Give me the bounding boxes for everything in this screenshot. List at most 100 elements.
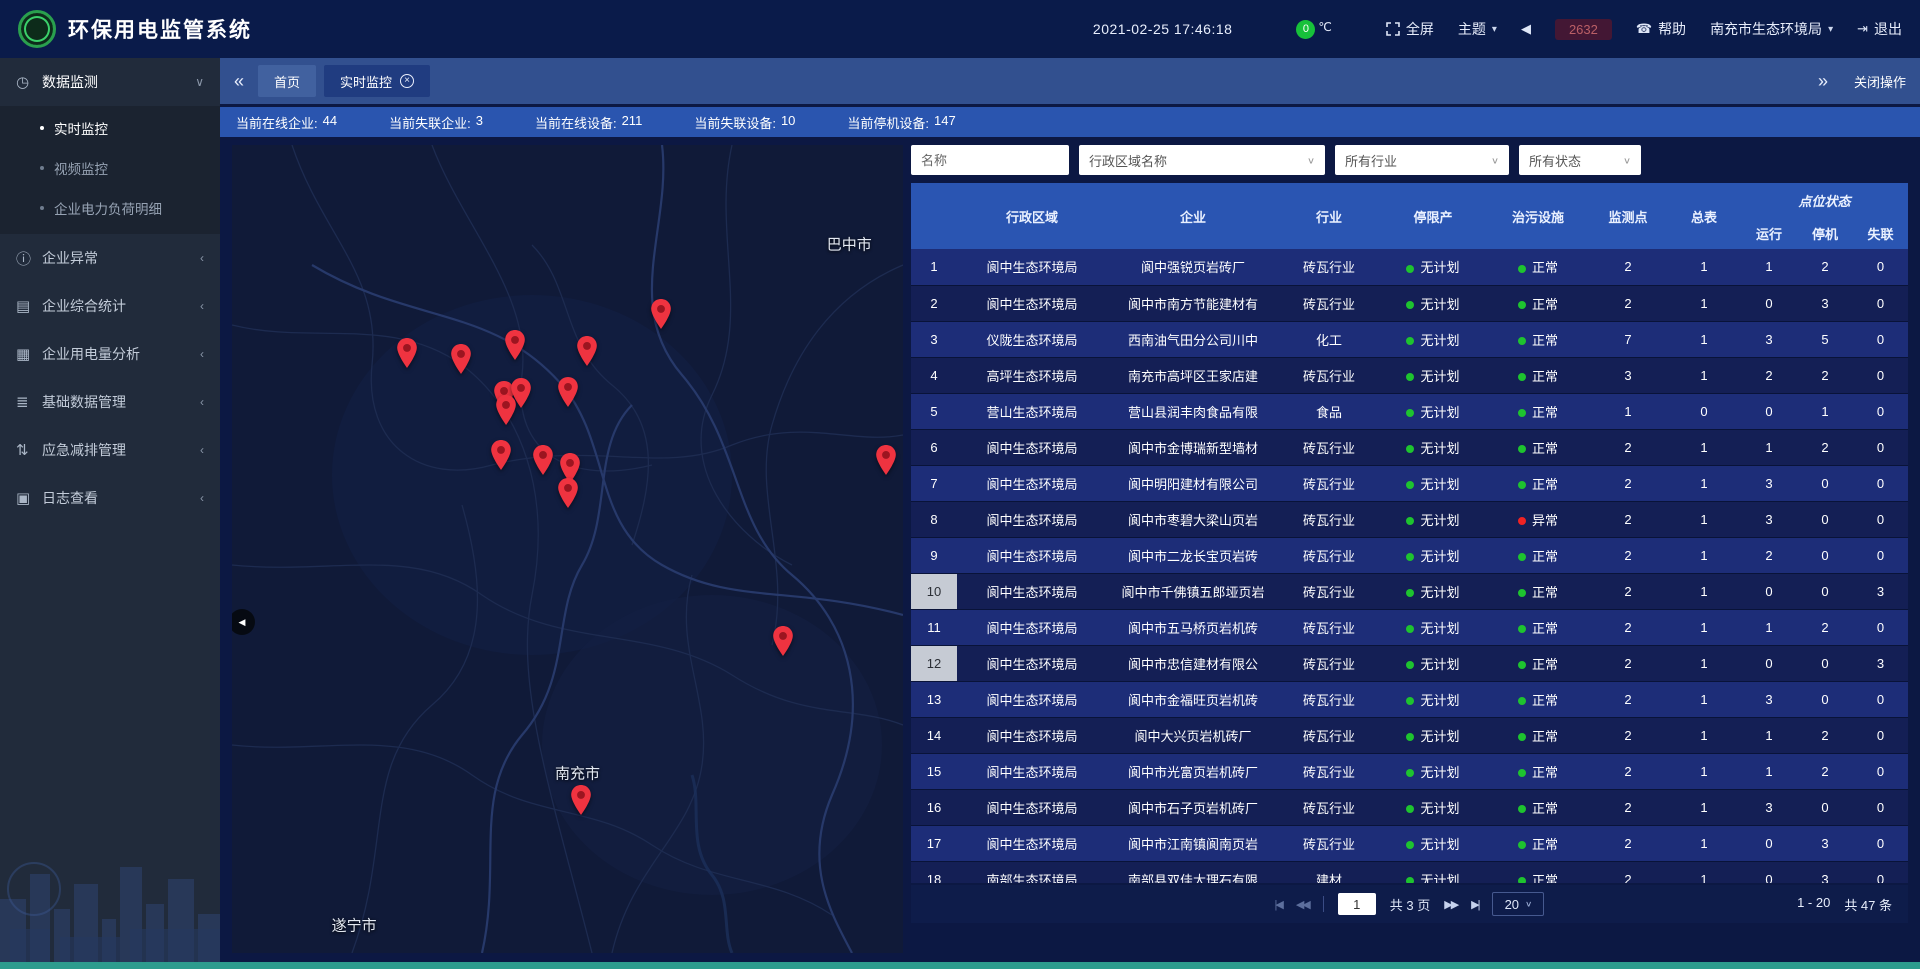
row-stop: 0: [1797, 465, 1853, 501]
org-dropdown[interactable]: 南充市生态环境局 ▾: [1710, 19, 1833, 39]
map-canvas[interactable]: 巴中市 南充市 遂宁市 ◀: [232, 145, 903, 953]
tabs-scroll-right-icon[interactable]: »: [1818, 72, 1828, 90]
map-pin[interactable]: [490, 440, 512, 470]
status-select[interactable]: 所有状态 ∨: [1519, 145, 1641, 175]
map-pin[interactable]: [495, 395, 517, 425]
row-index: 18: [911, 861, 957, 883]
status-dot-icon: [1518, 625, 1526, 633]
table-row[interactable]: 9 阆中生态环境局 阆中市二龙长宝页岩砖 砖瓦行业 无计划 正常 2 1 2: [911, 537, 1908, 573]
row-run: 0: [1741, 825, 1797, 861]
table-row[interactable]: 15 阆中生态环境局 阆中市光富页岩机砖厂 砖瓦行业 无计划 正常 2 1 1: [911, 753, 1908, 789]
row-company: 阆中明阳建材有限公司: [1107, 465, 1279, 501]
sidebar-group[interactable]: ▦ 企业用电量分析 ‹: [0, 330, 220, 378]
table-row[interactable]: 4 高坪生态环境局 南充市高坪区王家店建 砖瓦行业 无计划 正常 3 1 2: [911, 357, 1908, 393]
map-pin[interactable]: [532, 445, 554, 475]
row-limit-text: 无计划: [1420, 369, 1459, 384]
row-points: 2: [1589, 537, 1667, 573]
page-size-select[interactable]: 20 ∨: [1492, 892, 1544, 916]
row-company: 阆中市枣碧大梁山页岩: [1107, 501, 1279, 537]
table-row[interactable]: 16 阆中生态环境局 阆中市石子页岩机砖厂 砖瓦行业 无计划 正常 2 1 3: [911, 789, 1908, 825]
row-region: 阆中生态环境局: [957, 717, 1107, 753]
sidebar-subitem[interactable]: 实时监控: [0, 108, 220, 148]
sidebar-subitem[interactable]: 企业电力负荷明细: [0, 188, 220, 228]
table-row[interactable]: 1 阆中生态环境局 阆中强锐页岩砖厂 砖瓦行业 无计划 正常 2 1 1 2: [911, 249, 1908, 285]
top-header: 环保用电监管系统 2021-02-25 17:46:18 0 ℃ 全屏 主题 ▾…: [0, 0, 1920, 58]
first-page-icon[interactable]: |◀: [1275, 898, 1282, 911]
last-page-icon[interactable]: ▶|: [1471, 898, 1478, 911]
table-row[interactable]: 18 南部生态环境局 南部县双佳大理石有限 建材 无计划 正常 2 1 0: [911, 861, 1908, 883]
industry-select[interactable]: 所有行业 ∨: [1335, 145, 1509, 175]
region-select[interactable]: 行政区域名称 ∨: [1079, 145, 1325, 175]
row-lost: 0: [1853, 681, 1908, 717]
theme-dropdown[interactable]: 主题 ▾: [1458, 19, 1497, 39]
map-pin[interactable]: [875, 445, 897, 475]
table-row[interactable]: 10 阆中生态环境局 阆中市千佛镇五郎垭页岩 砖瓦行业 无计划 正常 2 1 0: [911, 573, 1908, 609]
sidebar-group[interactable]: ⇅ 应急减排管理 ‹: [0, 426, 220, 474]
row-facility: 正常: [1487, 681, 1589, 717]
row-facility: 正常: [1487, 789, 1589, 825]
page-number-input[interactable]: [1338, 893, 1376, 915]
row-company: 阆中市光富页岩机砖厂: [1107, 753, 1279, 789]
map-pin[interactable]: [504, 330, 526, 360]
table-row[interactable]: 5 营山生态环境局 营山县润丰肉食品有限 食品 无计划 正常 1 0 0 1: [911, 393, 1908, 429]
table-row[interactable]: 14 阆中生态环境局 阆中大兴页岩机砖厂 砖瓦行业 无计划 正常 2 1 1: [911, 717, 1908, 753]
table-row[interactable]: 13 阆中生态环境局 阆中市金福旺页岩机砖 砖瓦行业 无计划 正常 2 1 3: [911, 681, 1908, 717]
table-row[interactable]: 7 阆中生态环境局 阆中明阳建材有限公司 砖瓦行业 无计划 正常 2 1 3: [911, 465, 1908, 501]
status-dot-icon: [1406, 697, 1414, 705]
tab-realtime-monitor[interactable]: 实时监控 ×: [324, 65, 430, 97]
prev-page-icon[interactable]: ◀◀: [1296, 898, 1309, 911]
table-row[interactable]: 2 阆中生态环境局 阆中市南方节能建材有 砖瓦行业 无计划 正常 2 1 0: [911, 285, 1908, 321]
map-pin[interactable]: [772, 626, 794, 656]
table-row[interactable]: 3 仪陇生态环境局 西南油气田分公司川中 化工 无计划 正常 7 1 3 5: [911, 321, 1908, 357]
map-pin[interactable]: [570, 785, 592, 815]
table-row[interactable]: 11 阆中生态环境局 阆中市五马桥页岩机砖 砖瓦行业 无计划 正常 2 1 1: [911, 609, 1908, 645]
stat-item: 当前失联设备: 10: [694, 113, 795, 132]
tab-home[interactable]: 首页: [258, 65, 316, 97]
row-run: 2: [1741, 537, 1797, 573]
map-city-label: 遂宁市: [332, 914, 377, 935]
row-facility: 正常: [1487, 609, 1589, 645]
row-facility: 正常: [1487, 717, 1589, 753]
status-dot-icon: [1518, 409, 1526, 417]
row-region: 阆中生态环境局: [957, 501, 1107, 537]
table-row[interactable]: 8 阆中生态环境局 阆中市枣碧大梁山页岩 砖瓦行业 无计划 异常 2 1 3: [911, 501, 1908, 537]
fullscreen-button[interactable]: 全屏: [1386, 19, 1434, 39]
row-facility-text: 正常: [1532, 549, 1558, 564]
speaker-icon[interactable]: ◀: [1521, 21, 1531, 37]
map-pin[interactable]: [557, 478, 579, 508]
sidebar-subitem[interactable]: 视频监控: [0, 148, 220, 188]
name-search-input[interactable]: [911, 145, 1069, 175]
sidebar-group[interactable]: ▤ 企业综合统计 ‹: [0, 282, 220, 330]
bullet-icon: [40, 206, 44, 210]
table-row[interactable]: 17 阆中生态环境局 阆中市江南镇阆南页岩 砖瓦行业 无计划 正常 2 1 0: [911, 825, 1908, 861]
row-stop: 0: [1797, 537, 1853, 573]
map-pin[interactable]: [396, 338, 418, 368]
map-pin[interactable]: [650, 299, 672, 329]
sidebar-group-icon: ⓘ: [16, 248, 42, 269]
sidebar-group-label: 企业综合统计: [42, 296, 200, 316]
row-industry: 食品: [1279, 393, 1379, 429]
sidebar-group[interactable]: ≣ 基础数据管理 ‹: [0, 378, 220, 426]
help-button[interactable]: ☎ 帮助: [1636, 19, 1686, 39]
map-pin[interactable]: [557, 377, 579, 407]
map-pin[interactable]: [576, 336, 598, 366]
chevron-down-icon: ∨: [1623, 155, 1631, 165]
row-region: 阆中生态环境局: [957, 537, 1107, 573]
close-operations-button[interactable]: 关闭操作: [1854, 72, 1906, 91]
table-row[interactable]: 6 阆中生态环境局 阆中市金博瑞新型墙材 砖瓦行业 无计划 正常 2 1 1: [911, 429, 1908, 465]
sidebar-group-data-monitor[interactable]: ◷ 数据监测 ∨: [0, 58, 220, 106]
row-stop: 2: [1797, 429, 1853, 465]
tab-close-icon[interactable]: ×: [400, 74, 414, 88]
tabs-scroll-left-icon[interactable]: «: [234, 72, 244, 90]
row-run: 3: [1741, 681, 1797, 717]
row-industry: 建材: [1279, 861, 1379, 883]
map-pin[interactable]: [450, 344, 472, 374]
sidebar-group[interactable]: ▣ 日志查看 ‹: [0, 474, 220, 522]
logout-button[interactable]: ⇥ 退出: [1857, 19, 1902, 39]
table-row[interactable]: 12 阆中生态环境局 阆中市忠信建材有限公 砖瓦行业 无计划 正常 2 1 0: [911, 645, 1908, 681]
sidebar-group[interactable]: ⓘ 企业异常 ‹: [0, 234, 220, 282]
next-page-icon[interactable]: ▶▶: [1444, 898, 1457, 911]
row-stop: 3: [1797, 825, 1853, 861]
row-limit: 无计划: [1379, 789, 1487, 825]
col-industry: 行业: [1279, 183, 1379, 249]
